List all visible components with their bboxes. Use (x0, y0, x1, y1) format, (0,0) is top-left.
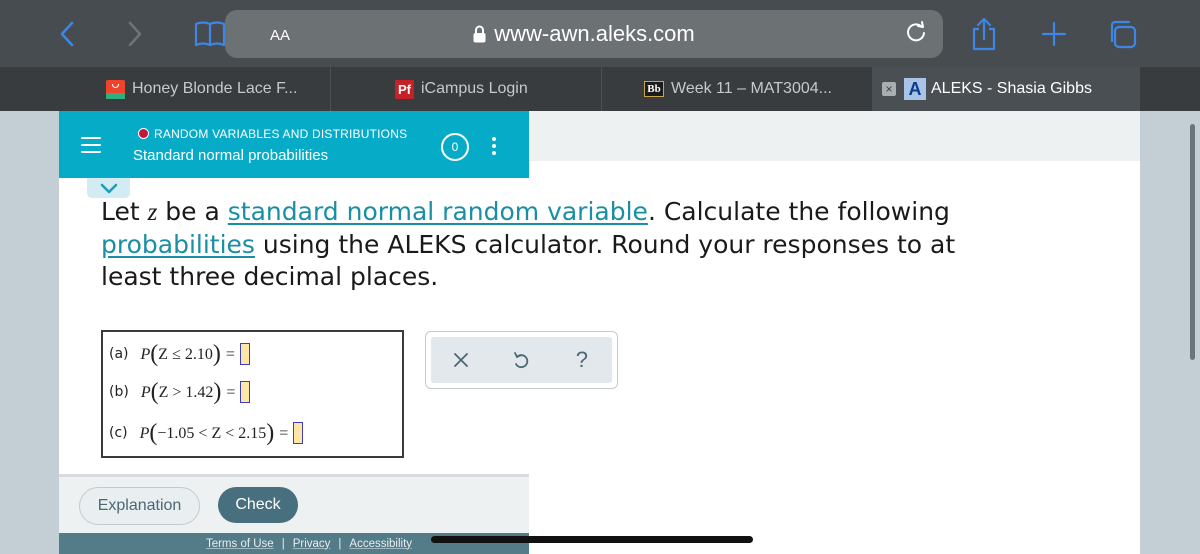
accessibility-link[interactable]: Accessibility (349, 538, 412, 550)
reload-button[interactable] (903, 20, 929, 51)
score-badge[interactable]: 0 (441, 133, 469, 161)
more-options-button[interactable] (485, 133, 503, 159)
share-button[interactable] (964, 14, 1004, 54)
back-button[interactable] (52, 14, 82, 54)
tab-icampus[interactable]: Pf iCampus Login (331, 67, 601, 111)
answer-row-b: (b) P(Z > 1.42) = (109, 377, 251, 407)
clear-button[interactable] (446, 345, 476, 375)
question-text: Let z be a standard normal random variab… (101, 197, 956, 291)
standard-normal-link[interactable]: standard normal random variable (228, 197, 648, 226)
collapse-button[interactable] (87, 178, 130, 198)
lock-icon (473, 25, 486, 43)
chevron-down-icon (100, 183, 117, 193)
help-button[interactable]: ? (567, 345, 597, 375)
more-dot-icon (492, 151, 496, 155)
question-mark-icon: ? (575, 347, 588, 372)
menu-button[interactable] (81, 137, 101, 153)
plus-icon (1041, 21, 1067, 47)
hamburger-icon-line (81, 151, 101, 153)
status-dot-icon (138, 128, 149, 139)
forward-button[interactable] (120, 14, 150, 54)
tab-title: Week 11 – MAT3004... (671, 80, 832, 97)
bookmarks-button[interactable] (192, 14, 228, 54)
chevron-left-icon (60, 21, 74, 47)
answer-row-c: (c) P(−1.05 < Z < 2.15) = (109, 418, 304, 448)
address-bar[interactable]: AA www-awn.aleks.com (225, 10, 943, 58)
undo-button[interactable] (506, 345, 536, 375)
privacy-link[interactable]: Privacy (293, 538, 331, 550)
undo-icon (514, 352, 529, 369)
tab-bar: Honey Blonde Lace F... Pf iCampus Login … (0, 67, 1200, 111)
share-icon (972, 17, 996, 51)
tab-title: Honey Blonde Lace F... (132, 80, 298, 97)
bb-favicon-icon: Bb (644, 81, 664, 97)
topic-title: Standard normal probabilities (133, 147, 329, 164)
tabs-icon (1110, 20, 1137, 49)
new-tab-button[interactable] (1036, 14, 1072, 54)
more-dot-icon (492, 137, 496, 141)
home-indicator[interactable] (431, 536, 753, 543)
hamburger-icon-line (81, 144, 101, 146)
tab-title: iCampus Login (421, 80, 528, 97)
close-tab-button[interactable]: × (882, 82, 896, 96)
tab-honey-blonde[interactable]: Honey Blonde Lace F... (0, 67, 330, 111)
browser-toolbar: AA www-awn.aleks.com (0, 0, 1200, 67)
close-icon: × (885, 82, 893, 96)
answer-box: (a) P(Z ≤ 2.10) = (b) P(Z > 1.42) = (c) P(… (101, 330, 404, 458)
vertical-scrollbar[interactable] (1190, 124, 1195, 360)
chevron-right-icon (128, 21, 142, 47)
more-dot-icon (492, 144, 496, 148)
tabs-overview-button[interactable] (1102, 14, 1142, 54)
shopping-bag-favicon-icon (106, 79, 125, 99)
answer-input-b[interactable] (240, 381, 251, 403)
answer-tools: ? (425, 331, 618, 389)
pf-favicon-icon: Pf (395, 79, 414, 99)
explanation-button[interactable]: Explanation (79, 487, 200, 525)
variable-z: z (147, 199, 158, 226)
hamburger-icon-line (81, 137, 101, 139)
topic-category: RANDOM VARIABLES AND DISTRIBUTIONS (154, 127, 408, 141)
page-left-gutter (0, 111, 59, 554)
url-display[interactable]: www-awn.aleks.com (225, 21, 943, 47)
probabilities-link[interactable]: probabilities (101, 230, 255, 259)
check-button[interactable]: Check (218, 487, 298, 523)
book-icon (194, 21, 226, 47)
clear-x-icon (454, 353, 469, 367)
tab-title: ALEKS - Shasia Gibbs (931, 80, 1092, 97)
terms-link[interactable]: Terms of Use (206, 538, 274, 550)
answer-input-c[interactable] (293, 422, 304, 444)
tab-week11[interactable]: Bb Week 11 – MAT3004... (602, 67, 872, 111)
header-extension (529, 111, 1140, 161)
answer-input-a[interactable] (239, 343, 250, 365)
tab-aleks[interactable]: × A ALEKS - Shasia Gibbs (872, 67, 1140, 111)
answer-row-a: (a) P(Z ≤ 2.10) = (109, 339, 250, 369)
reload-icon (907, 21, 925, 42)
url-text: www-awn.aleks.com (494, 21, 695, 46)
aleks-favicon-icon: A (904, 78, 926, 100)
